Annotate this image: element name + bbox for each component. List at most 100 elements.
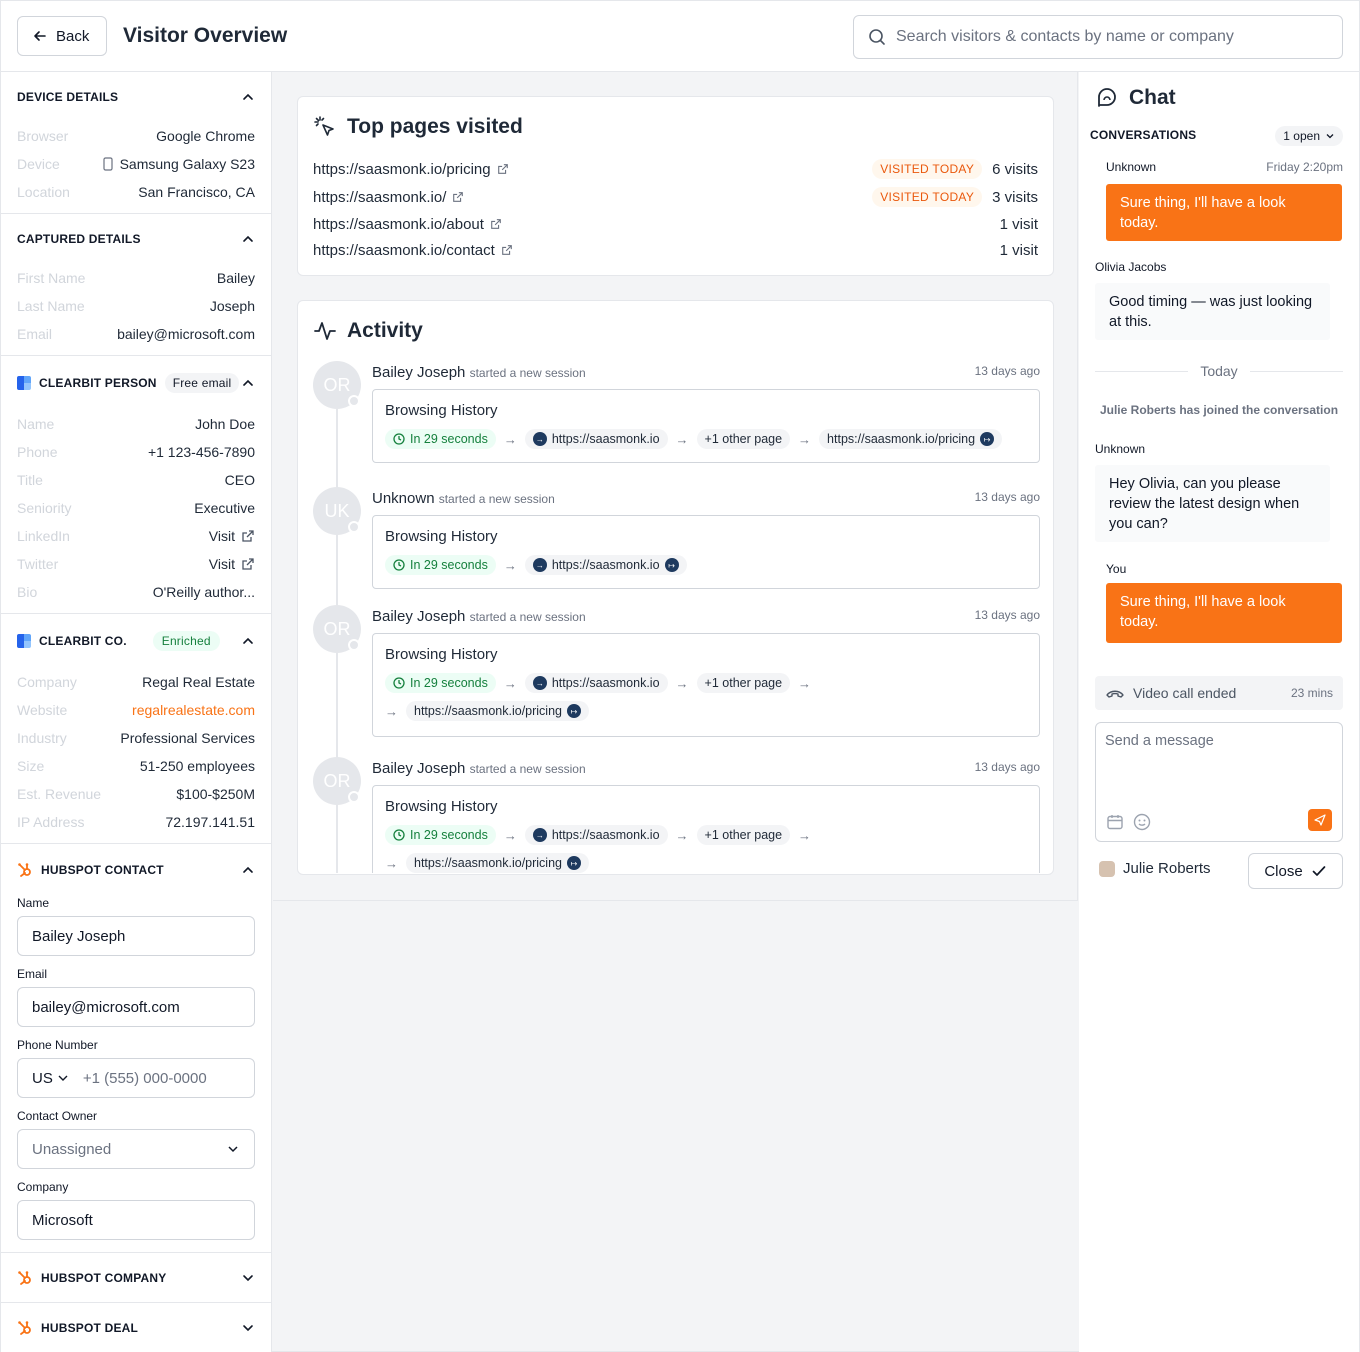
website-link[interactable]: regalrealestate.com [132, 702, 255, 718]
check-icon [1312, 866, 1326, 876]
video-ended-label: Video call ended [1133, 685, 1237, 701]
twitter-link[interactable]: Visit [209, 556, 255, 572]
page-chip[interactable]: https://saasmonk.io/pricing ↦ [406, 853, 589, 873]
browsing-path: In 29 seconds → → https://saasmonk.io → +… [385, 825, 815, 873]
activity-action: started a new session [469, 610, 586, 624]
detail-row: IP Address 72.197.141.51 [17, 808, 255, 836]
visit-count: 6 visits [992, 160, 1038, 178]
system-message: Julie Roberts has joined the conversatio… [1099, 403, 1339, 417]
open-count: 1 open [1283, 129, 1320, 143]
open-conversations-select[interactable]: 1 open [1275, 126, 1343, 146]
chat-heading: Chat [1095, 86, 1176, 110]
status-dot [348, 791, 360, 803]
page-chip[interactable]: https://saasmonk.io/pricing ↦ [406, 701, 589, 721]
back-button[interactable]: Back [17, 16, 107, 56]
close-conversation-button[interactable]: Close [1248, 853, 1343, 889]
browsing-history-title: Browsing History [385, 402, 498, 419]
hubspot-deal-header[interactable]: HUBSPOT DEAL [17, 1303, 255, 1352]
page-chip[interactable]: → https://saasmonk.io ↦ [524, 555, 687, 575]
browsing-history-box: Browsing History In 29 seconds → → https:… [372, 785, 1040, 873]
search-input[interactable] [896, 28, 1316, 46]
detail-key: Industry [17, 730, 67, 746]
page-title: Visitor Overview [123, 24, 288, 47]
email-field[interactable]: bailey@microsoft.com [17, 987, 255, 1027]
arrow-right-icon: → [675, 675, 689, 691]
page-chip[interactable]: → https://saasmonk.io [524, 825, 668, 845]
clock-icon [393, 677, 405, 689]
activity-title: Activity [347, 319, 423, 342]
message-sender: Olivia Jacobs [1095, 260, 1167, 274]
chevron-up-icon[interactable] [241, 232, 255, 246]
send-button[interactable] [1308, 809, 1332, 831]
hubspot-contact-header[interactable]: HUBSPOT CONTACT [17, 844, 255, 896]
message-time: Friday 2:20pm [1266, 160, 1343, 174]
email-field-label: Email [17, 967, 48, 981]
chevron-up-icon[interactable] [241, 863, 255, 877]
chevron-up-icon[interactable] [241, 90, 255, 104]
other-pages-chip[interactable]: +1 other page [696, 429, 791, 449]
name-field-label: Name [17, 896, 50, 910]
main-content: Top pages visited https://saasmonk.io/pr… [273, 72, 1078, 901]
exit-icon: ↦ [567, 856, 581, 870]
captured-details-title: CAPTURED DETAILS [17, 232, 141, 246]
hubspot-logo-icon [18, 1321, 31, 1335]
activity-action: started a new session [469, 366, 586, 380]
chevron-up-icon[interactable] [241, 376, 255, 390]
phone-placeholder: +1 (555) 000-0000 [82, 1069, 207, 1087]
page-chip[interactable]: → https://saasmonk.io [524, 429, 668, 449]
avatar-initials: OR [323, 374, 351, 395]
enter-icon: → [532, 558, 547, 572]
chat-header: Chat CONVERSATIONS 1 open [1079, 72, 1359, 156]
status-dot [348, 639, 360, 651]
company-field[interactable]: Microsoft [17, 1200, 255, 1240]
emoji-icon[interactable] [1133, 813, 1151, 831]
detail-value: Professional Services [120, 730, 255, 746]
name-field[interactable]: Bailey Joseph [17, 916, 255, 956]
other-pages-chip[interactable]: +1 other page [696, 673, 791, 693]
clearbit-person-header[interactable]: CLEARBIT PERSON Free email [17, 356, 255, 410]
duration-chip: In 29 seconds [385, 429, 496, 449]
device-details-header[interactable]: DEVICE DETAILS [17, 72, 255, 122]
hubspot-company-section: HUBSPOT COMPANY [1, 1253, 271, 1303]
hubspot-logo-icon [18, 863, 31, 877]
clearbit-company-header[interactable]: CLEARBIT CO. Enriched [17, 614, 255, 668]
page-link[interactable]: https://saasmonk.io/pricing [313, 161, 509, 178]
message-input[interactable] [1105, 733, 1335, 793]
page-chip[interactable]: → https://saasmonk.io [524, 673, 668, 693]
duration-text: In 29 seconds [410, 558, 488, 572]
assignee-selector[interactable]: Julie Roberts [1099, 860, 1211, 877]
country-select[interactable]: US [32, 1070, 69, 1087]
page-link[interactable]: https://saasmonk.io/contact [313, 242, 513, 259]
page-chip[interactable]: https://saasmonk.io/pricing ↦ [819, 429, 1003, 449]
linkedin-link[interactable]: Visit [209, 528, 255, 544]
message-sender: You [1106, 562, 1127, 576]
phone-field[interactable]: US +1 (555) 000-0000 [17, 1058, 255, 1098]
other-pages-chip[interactable]: +1 other page [696, 825, 791, 845]
chevron-down-icon[interactable] [241, 1271, 255, 1285]
browsing-path: In 29 seconds → → https://saasmonk.io → +… [385, 429, 1027, 449]
chevron-down-icon[interactable] [241, 1321, 255, 1335]
chevron-up-icon[interactable] [241, 634, 255, 648]
detail-value: Joseph [209, 298, 255, 314]
page-link[interactable]: https://saasmonk.io/ [313, 189, 464, 206]
detail-row: First Name Bailey [17, 264, 255, 292]
detail-value: Samsung Galaxy S23 [102, 156, 255, 172]
cursor-click-icon [314, 116, 334, 136]
activity-feed[interactable]: OR Bailey Joseph started a new session 1… [298, 361, 1053, 873]
calendar-icon[interactable] [1106, 813, 1124, 831]
search-box[interactable] [853, 15, 1343, 59]
detail-key: IP Address [17, 814, 85, 830]
detail-value: Google Chrome [156, 128, 255, 144]
hubspot-company-header[interactable]: HUBSPOT COMPANY [17, 1253, 255, 1303]
outgoing-message: Sure thing, I'll have a look today. [1106, 583, 1342, 643]
chevron-down-icon [228, 1146, 238, 1153]
arrow-right-icon: → [798, 827, 812, 843]
page-link[interactable]: https://saasmonk.io/about [313, 216, 502, 233]
clearbit-person-section: CLEARBIT PERSON Free email Name John Doe … [1, 356, 271, 614]
twitter-link-label: Visit [208, 556, 235, 572]
contact-owner-select[interactable]: Unassigned [17, 1129, 255, 1169]
detail-value: +1 123-456-7890 [147, 444, 255, 460]
send-icon [1314, 814, 1326, 826]
activity-time: 13 days ago [974, 608, 1040, 622]
captured-details-header[interactable]: CAPTURED DETAILS [17, 214, 255, 264]
